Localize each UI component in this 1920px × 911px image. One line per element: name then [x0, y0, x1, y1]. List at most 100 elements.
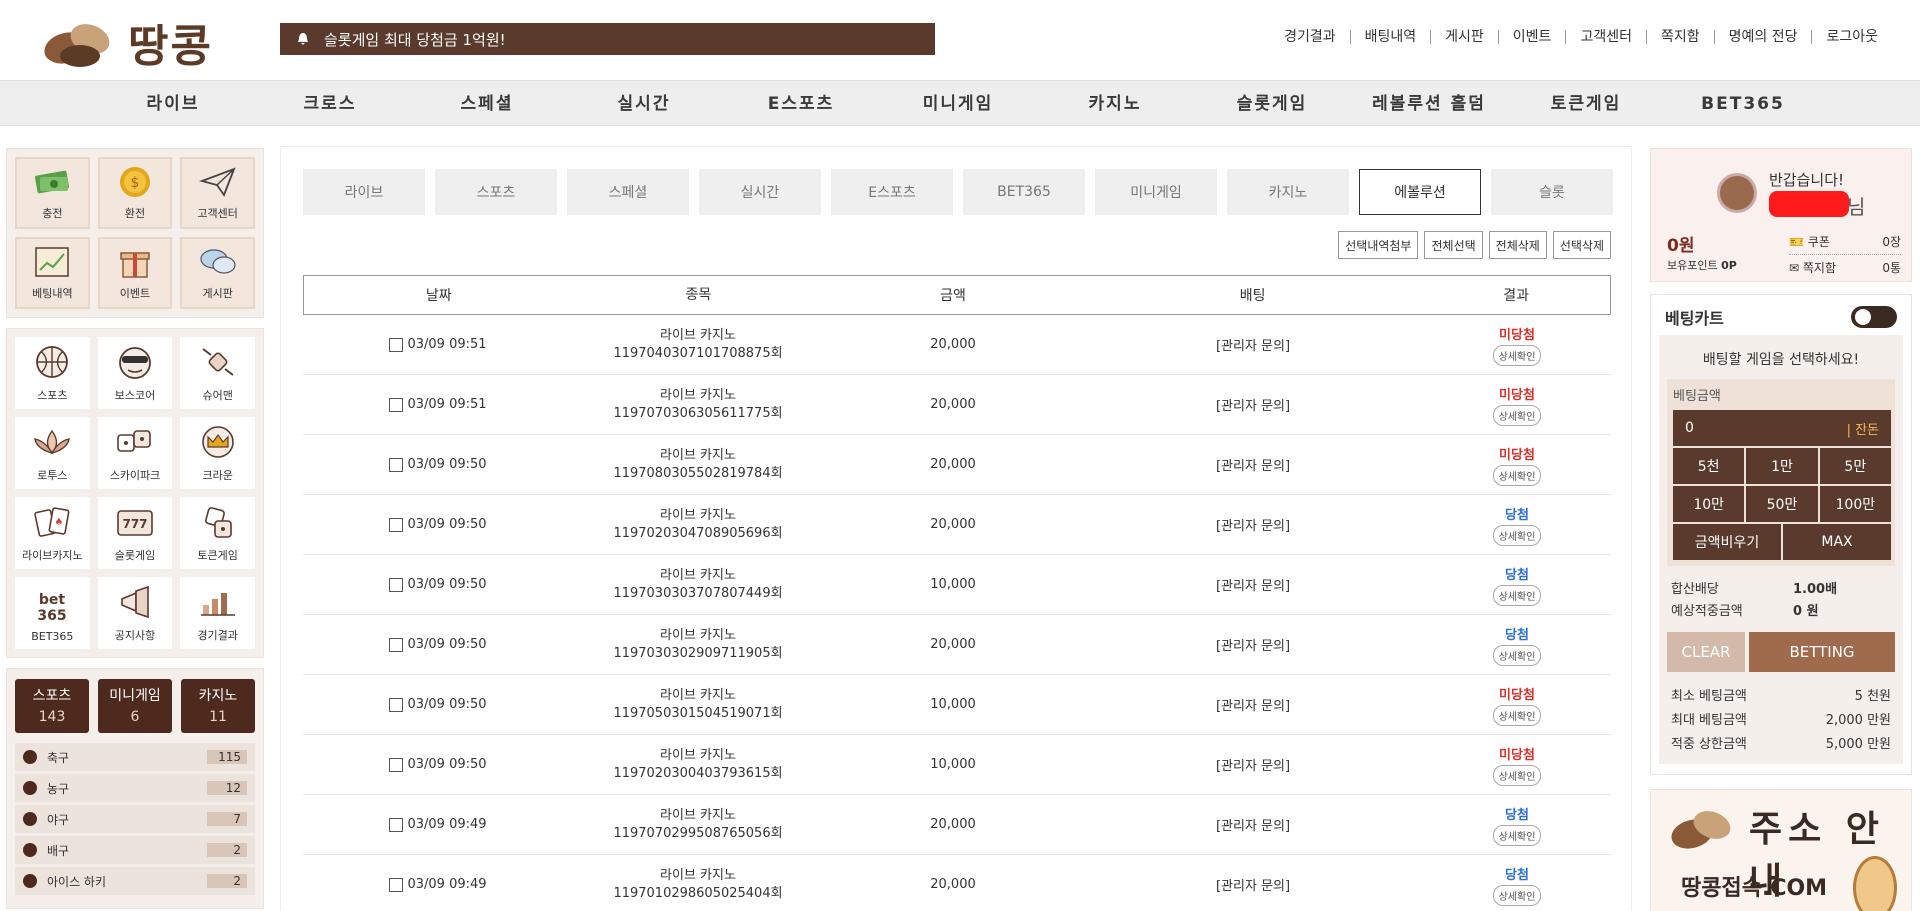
row-checkbox[interactable]	[389, 877, 404, 892]
game-sureman[interactable]: 슈어맨	[180, 337, 255, 409]
top-link-messages[interactable]: 쪽지함	[1645, 30, 1714, 44]
top-link-bet-history[interactable]: 배팅내역	[1349, 30, 1431, 44]
nav-revolution-holdem[interactable]: 레볼루션 홀덤	[1372, 81, 1486, 127]
tab-minigame[interactable]: 미니게임	[1095, 169, 1217, 215]
tab-slot[interactable]: 슬롯	[1491, 169, 1613, 215]
cart-toggle[interactable]	[1851, 306, 1897, 328]
row-checkbox[interactable]	[389, 517, 404, 532]
chip-500k[interactable]: 50만	[1746, 486, 1818, 522]
detail-button[interactable]: 상세확인	[1492, 704, 1542, 726]
row-checkbox[interactable]	[389, 637, 404, 652]
tab-live[interactable]: 라이브	[303, 169, 425, 215]
quick-label: 베팅내역	[32, 287, 73, 300]
nav-casino[interactable]: 카지노	[1089, 81, 1142, 127]
quick-support[interactable]: 고객센터	[180, 157, 255, 229]
nav-minigame[interactable]: 미니게임	[923, 81, 994, 127]
nav-token-game[interactable]: 토큰게임	[1551, 81, 1622, 127]
tab-sports[interactable]: 스포츠	[435, 169, 557, 215]
detail-button[interactable]: 상세확인	[1492, 884, 1542, 906]
quick-event[interactable]: 이벤트	[97, 237, 173, 309]
detail-button[interactable]: 상세확인	[1492, 584, 1542, 606]
chip-5k[interactable]: 5천	[1673, 448, 1745, 484]
site-logo[interactable]: 땅콩	[38, 12, 228, 72]
quick-bet-history[interactable]: 베팅내역	[15, 237, 90, 309]
top-link-hall-of-fame[interactable]: 명예의 전당	[1713, 30, 1812, 44]
clear-amount-button[interactable]: 금액비우기	[1673, 524, 1781, 560]
chip-50k[interactable]: 5만	[1819, 448, 1891, 484]
betting-button[interactable]: BETTING	[1749, 632, 1895, 672]
sport-item-volleyball[interactable]: 배구 2	[15, 836, 255, 864]
game-slot[interactable]: 777 슬롯게임	[97, 497, 173, 569]
chip-10k[interactable]: 1만	[1746, 448, 1818, 484]
chip-100k[interactable]: 10만	[1673, 486, 1745, 522]
detail-button[interactable]: 상세확인	[1492, 344, 1542, 366]
nav-cross[interactable]: 크로스	[304, 81, 357, 127]
detail-button[interactable]: 상세확인	[1492, 764, 1542, 786]
select-all-button[interactable]: 전체선택	[1424, 231, 1483, 259]
tab-realtime[interactable]: 실시간	[699, 169, 821, 215]
sports-tab-minigame[interactable]: 미니게임 6	[98, 679, 172, 733]
sport-item-ice-hockey[interactable]: 아이스 하키 2	[15, 867, 255, 895]
attach-selected-button[interactable]: 선택내역첨부	[1338, 231, 1419, 259]
row-checkbox[interactable]	[389, 337, 404, 352]
coupon-link[interactable]: 🎫 쿠폰 0장	[1789, 233, 1901, 255]
row-game: 라이브 카지노 1197080305502819784회	[613, 447, 783, 481]
clear-button[interactable]: CLEAR	[1667, 632, 1745, 672]
game-notice[interactable]: 공지사항	[97, 577, 173, 649]
game-token[interactable]: 토큰게임	[180, 497, 255, 569]
game-lotus[interactable]: 로투스	[15, 417, 90, 489]
nav-special[interactable]: 스페셜	[461, 81, 514, 127]
address-banner[interactable]: 주소 안내 땅콩접속.COM	[1650, 789, 1912, 911]
tab-esports[interactable]: E스포츠	[831, 169, 953, 215]
delete-all-button[interactable]: 전체삭제	[1488, 231, 1547, 259]
detail-button[interactable]: 상세확인	[1492, 524, 1542, 546]
nav-slot[interactable]: 슬롯게임	[1237, 81, 1308, 127]
game-live-casino[interactable]: ♠ 라이브카지노	[15, 497, 90, 569]
svg-text:777: 777	[122, 517, 147, 531]
chip-1m[interactable]: 100만	[1819, 486, 1891, 522]
detail-button[interactable]: 상세확인	[1492, 464, 1542, 486]
nav-realtime[interactable]: 실시간	[618, 81, 671, 127]
row-checkbox[interactable]	[389, 817, 404, 832]
game-crown[interactable]: 크라운	[180, 417, 255, 489]
detail-button[interactable]: 상세확인	[1492, 644, 1542, 666]
quick-withdraw[interactable]: $ 환전	[97, 157, 173, 229]
quick-board[interactable]: 게시판	[180, 237, 255, 309]
tab-evolution[interactable]: 에볼루션	[1359, 169, 1481, 215]
messages-link[interactable]: ✉ 쪽지함 0통	[1789, 259, 1901, 276]
row-checkbox[interactable]	[389, 697, 404, 712]
sport-item-baseball[interactable]: 야구 7	[15, 805, 255, 833]
sport-item-soccer[interactable]: 축구 115	[15, 743, 255, 771]
sports-tab-sports[interactable]: 스포츠 143	[15, 679, 89, 733]
result-status: 당첨	[1505, 807, 1529, 823]
quick-deposit[interactable]: 충전	[15, 157, 90, 229]
change-reset-button[interactable]: | 잔돈	[1847, 419, 1879, 438]
tab-bet365[interactable]: BET365	[963, 169, 1085, 215]
sports-tab-casino[interactable]: 카지노 11	[181, 679, 255, 733]
top-link-support[interactable]: 고객센터	[1565, 30, 1646, 44]
game-boscore[interactable]: 보스코어	[97, 337, 173, 409]
game-results[interactable]: 경기결과	[180, 577, 255, 649]
tab-special[interactable]: 스페셜	[567, 169, 689, 215]
nav-esports[interactable]: E스포츠	[768, 81, 835, 127]
tab-casino[interactable]: 카지노	[1227, 169, 1349, 215]
game-skypark[interactable]: 스카이파크	[97, 417, 173, 489]
bet-amount-input[interactable]: 0 | 잔돈	[1673, 410, 1891, 446]
row-checkbox[interactable]	[389, 397, 404, 412]
top-link-results[interactable]: 경기결과	[1270, 30, 1350, 44]
game-sports[interactable]: 스포츠	[15, 337, 90, 409]
row-checkbox[interactable]	[389, 757, 404, 772]
game-bet365[interactable]: bet 365 BET365	[15, 577, 90, 649]
nav-bet365[interactable]: BET365	[1701, 81, 1785, 127]
top-link-event[interactable]: 이벤트	[1497, 30, 1566, 44]
row-checkbox[interactable]	[389, 457, 404, 472]
delete-selected-button[interactable]: 선택삭제	[1552, 231, 1611, 259]
sport-item-basketball[interactable]: 농구 12	[15, 774, 255, 802]
nav-live[interactable]: 라이브	[147, 81, 200, 127]
max-button[interactable]: MAX	[1783, 524, 1891, 560]
detail-button[interactable]: 상세확인	[1492, 824, 1542, 846]
top-link-logout[interactable]: 로그아웃	[1811, 30, 1892, 44]
detail-button[interactable]: 상세확인	[1492, 404, 1542, 426]
top-link-board[interactable]: 게시판	[1430, 30, 1498, 44]
row-checkbox[interactable]	[389, 577, 404, 592]
